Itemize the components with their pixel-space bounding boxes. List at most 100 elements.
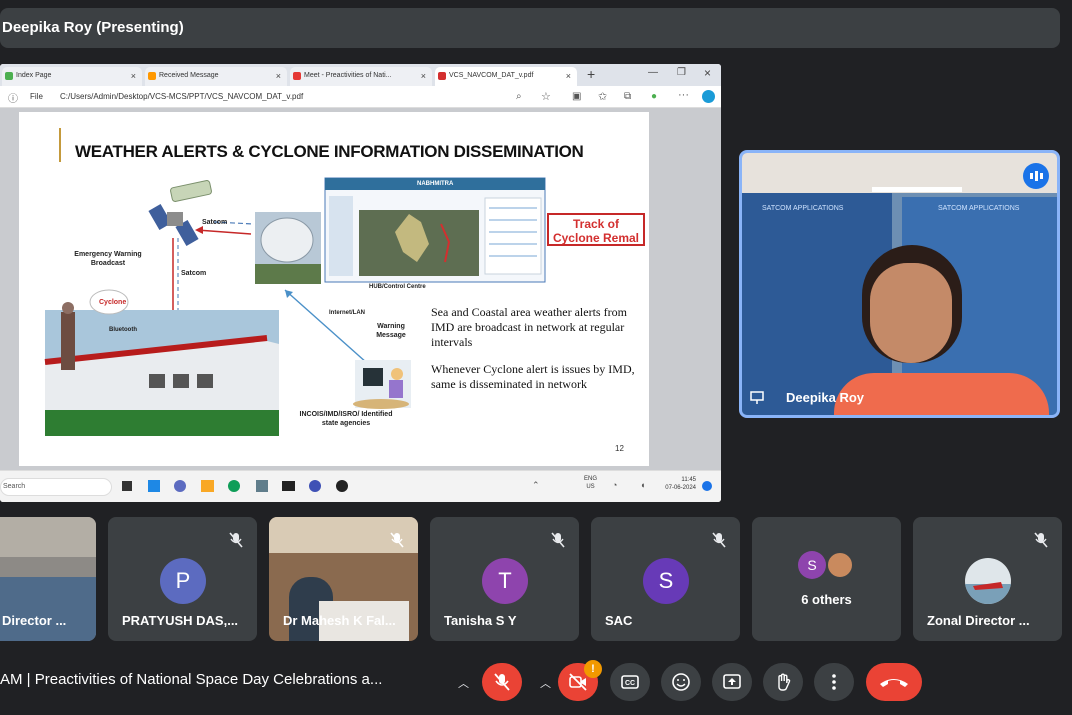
more-options-button[interactable] xyxy=(814,663,854,701)
participant-tile[interactable]: T Tanisha S Y xyxy=(430,517,579,641)
participant-tile[interactable]: Director ... xyxy=(0,517,96,641)
leave-call-button[interactable] xyxy=(866,663,922,701)
close-window-icon[interactable]: × xyxy=(704,66,711,80)
others-tile[interactable]: S 6 others xyxy=(752,517,901,641)
participant-avatar: P xyxy=(160,558,206,604)
app-icon[interactable] xyxy=(256,480,268,492)
presenter-face xyxy=(870,263,952,363)
mic-off-icon xyxy=(712,532,726,548)
participant-tile[interactable]: S SAC xyxy=(591,517,740,641)
notification-icon[interactable] xyxy=(702,481,712,491)
file-explorer-icon[interactable] xyxy=(201,480,214,492)
favorites-icon[interactable]: ✩ xyxy=(598,90,607,103)
camera-off-icon xyxy=(569,673,587,691)
close-icon[interactable]: × xyxy=(421,71,426,81)
ceiling-light xyxy=(872,187,962,192)
participant-avatar: S xyxy=(798,551,826,579)
more-vert-icon xyxy=(832,674,836,690)
mic-off-icon xyxy=(229,532,243,548)
tab-favicon-icon xyxy=(5,72,13,80)
browser-tab[interactable]: Index Page × xyxy=(2,67,142,86)
presenter-bar: Deepika Roy (Presenting) xyxy=(0,8,1060,48)
participant-avatar-photo xyxy=(965,558,1011,604)
cyclone-bubble-label: Cyclone xyxy=(99,299,127,306)
slide-paragraph-1: Sea and Coastal area weather alerts from… xyxy=(431,305,627,349)
svg-text:CC: CC xyxy=(625,680,635,687)
close-icon[interactable]: × xyxy=(566,71,571,81)
participant-name: Zonal Director ... xyxy=(927,613,1030,628)
emoji-icon xyxy=(672,673,690,691)
participant-name: Director ... xyxy=(2,613,67,628)
file-label: File xyxy=(30,92,43,101)
satcom-arrow xyxy=(196,229,252,235)
cyclone-track-callout: Track of Cyclone Remal xyxy=(547,213,645,246)
taskbar-search-box[interactable]: Search xyxy=(0,478,112,496)
browser-tab[interactable]: Meet - Preactivities of Nati... × xyxy=(290,67,432,86)
widgets-icon[interactable] xyxy=(148,480,160,492)
browser-tab[interactable]: Received Message × xyxy=(145,67,287,86)
edge-copilot-icon[interactable] xyxy=(702,90,715,103)
mic-off-icon xyxy=(390,532,404,548)
shared-screen: Index Page × Received Message × Meet - Pre… xyxy=(0,64,721,502)
task-view-icon[interactable] xyxy=(122,481,132,491)
internet-arrow xyxy=(284,289,368,364)
meeting-title: AM | Preactivities of National Space Day… xyxy=(0,671,383,688)
participant-name: SAC xyxy=(605,613,633,628)
close-icon[interactable]: × xyxy=(276,71,281,81)
present-screen-button[interactable] xyxy=(712,663,752,701)
presentation-slide: WEATHER ALERTS & CYCLONE INFORMATION DIS… xyxy=(19,112,649,466)
tab-favicon-icon xyxy=(148,72,156,80)
settings-icon[interactable] xyxy=(309,480,321,492)
pdf-icon xyxy=(438,72,446,80)
chat-icon[interactable] xyxy=(174,480,186,492)
presenter-bar-title: Deepika Roy (Presenting) xyxy=(2,19,184,36)
new-tab-button[interactable]: + xyxy=(587,66,595,82)
close-icon[interactable]: × xyxy=(131,71,136,81)
hub-control-centre-label: HUB/Control Centre xyxy=(369,284,426,290)
extension-icon[interactable]: ● xyxy=(651,91,657,102)
tray-chevron-icon[interactable]: ⌃ xyxy=(532,480,540,491)
more-icon[interactable]: ··· xyxy=(678,89,689,101)
browser-tab-strip: Index Page × Received Message × Meet - Pre… xyxy=(0,64,721,86)
mic-off-icon xyxy=(551,532,565,548)
presenter-body xyxy=(834,373,1049,415)
reactions-button[interactable] xyxy=(661,663,701,701)
info-icon[interactable]: ⓘ xyxy=(8,90,18,105)
participant-name: Dr Mahesh K Fal... xyxy=(283,613,396,628)
satellite-icon xyxy=(148,180,212,247)
collections-icon[interactable]: ⧉ xyxy=(624,91,631,102)
media-player-icon[interactable] xyxy=(336,480,348,492)
restore-icon[interactable]: ❐ xyxy=(677,67,686,78)
slide-page-number: 12 xyxy=(615,444,624,453)
volume-icon[interactable]: ◖ xyxy=(640,480,645,490)
captions-button[interactable]: CC xyxy=(610,663,650,701)
screen-header-label: NABHMITRA xyxy=(417,181,454,187)
edge-icon[interactable] xyxy=(228,480,240,492)
raise-hand-button[interactable] xyxy=(763,663,803,701)
browser-tab-active[interactable]: VCS_NAVCOM_DAT_v.pdf × xyxy=(435,67,577,86)
favorite-star-icon[interactable]: ☆ xyxy=(541,90,551,103)
mic-toggle-button[interactable] xyxy=(482,663,522,701)
incois-agencies-label: INCOIS/IMD/ISRO/ Identified state agenci… xyxy=(299,411,393,427)
address-bar[interactable]: ⓘ File C:/Users/Admin/Desktop/VCS-MCS/PP… xyxy=(0,86,721,108)
participant-tile[interactable]: P PRATYUSH DAS,... xyxy=(108,517,257,641)
hand-icon xyxy=(778,673,791,691)
url-text[interactable]: C:/Users/Admin/Desktop/VCS-MCS/PPT/VCS_N… xyxy=(60,92,303,101)
minimize-icon[interactable]: — xyxy=(648,67,658,78)
video-options-chevron-icon[interactable]: ︿ xyxy=(540,675,551,691)
participant-tile[interactable]: Zonal Director ... xyxy=(913,517,1062,641)
speaking-indicator-icon xyxy=(1023,163,1049,189)
terminal-icon[interactable] xyxy=(282,481,295,491)
banner-text: SATCOM APPLICATIONS xyxy=(938,205,1020,212)
zoom-icon[interactable]: ⌕ xyxy=(516,91,522,102)
clock[interactable]: 11:45 07-06-2024 xyxy=(660,476,696,492)
wifi-icon[interactable]: ◔ xyxy=(612,480,617,490)
presenter-video-tile[interactable]: SATCOM APPLICATIONS SATCOM APPLICATIONS … xyxy=(739,150,1060,418)
language-indicator[interactable]: ENG US xyxy=(584,475,597,491)
split-screen-icon[interactable]: ▣ xyxy=(572,91,581,102)
audio-options-chevron-icon[interactable]: ︿ xyxy=(458,675,469,691)
participant-tile[interactable]: Dr Mahesh K Fal... xyxy=(269,517,418,641)
presenter-name: Deepika Roy xyxy=(786,390,865,405)
participant-name: PRATYUSH DAS,... xyxy=(122,613,239,628)
participant-video xyxy=(0,577,96,641)
